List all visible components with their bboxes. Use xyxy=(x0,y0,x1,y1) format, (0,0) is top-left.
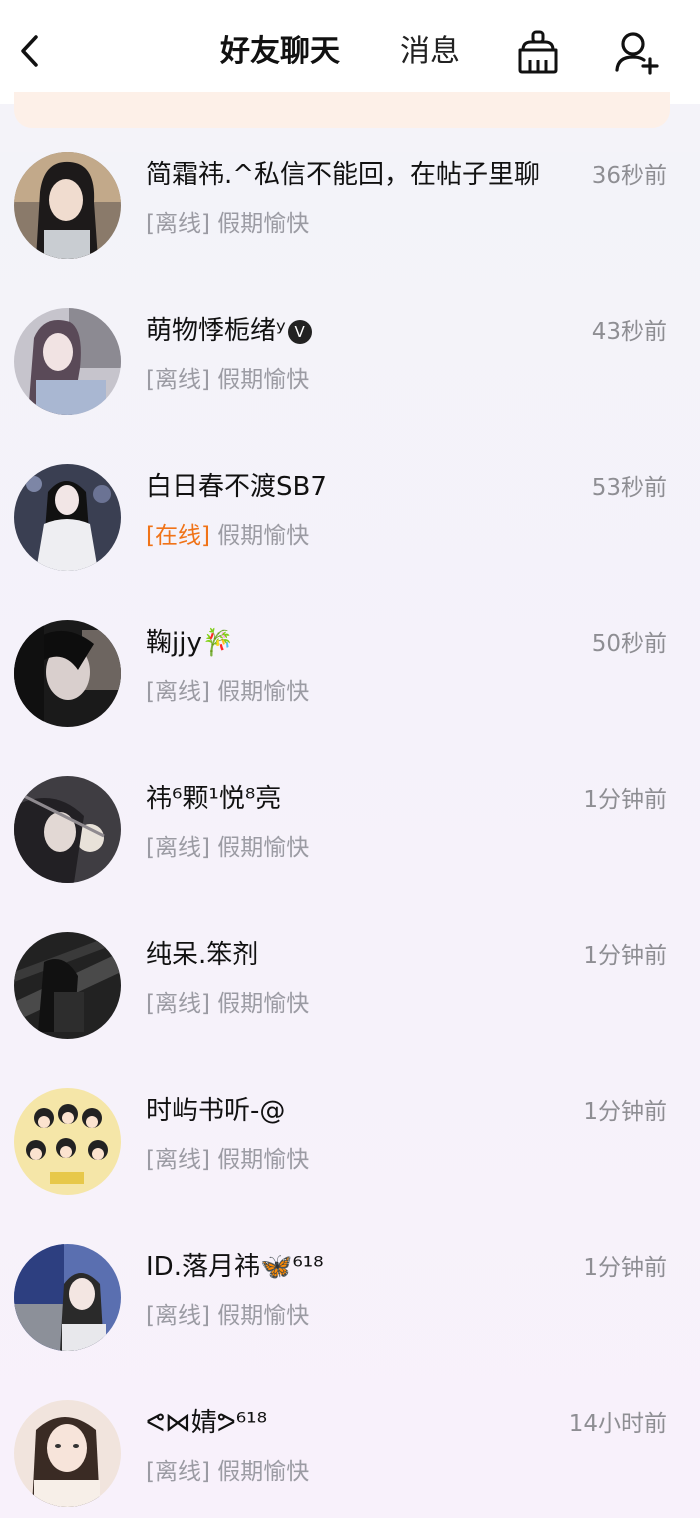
chat-name: 时屿书听-@ xyxy=(146,1096,286,1126)
chat-name: 简霜祎.^私信不能回，在帖子里聊 xyxy=(146,160,541,190)
status-badge: [离线] xyxy=(146,835,210,861)
chat-name: 祎⁶颗¹悦⁸亮 xyxy=(146,784,282,814)
last-message: 假期愉快 xyxy=(217,367,310,393)
chat-time: 1分钟前 xyxy=(583,1255,667,1281)
last-message: 假期愉快 xyxy=(217,1303,310,1329)
chat-preview: [离线] 假期愉快 xyxy=(146,676,309,708)
chat-time: 43秒前 xyxy=(591,319,667,345)
last-message: 假期愉快 xyxy=(217,1147,310,1173)
chat-preview: [离线] 假期愉快 xyxy=(146,988,309,1020)
avatar[interactable] xyxy=(14,152,121,259)
add-user-icon xyxy=(615,32,659,75)
chat-list-item[interactable]: 鞠jjy🎋 50秒前 [离线] 假期愉快 xyxy=(0,620,700,776)
chat-list-item[interactable]: 时屿书听-@ 1分钟前 [离线] 假期愉快 xyxy=(0,1088,700,1244)
chat-time: 53秒前 xyxy=(591,475,667,501)
chat-list-item[interactable]: 白日春不渡SB7 53秒前 [在线] 假期愉快 xyxy=(0,464,700,620)
last-message: 假期愉快 xyxy=(217,523,310,549)
chat-time: 50秒前 xyxy=(591,631,667,657)
chat-time: 1分钟前 xyxy=(583,787,667,813)
last-message: 假期愉快 xyxy=(217,991,310,1017)
chat-name: 纯呆.笨剂 xyxy=(146,940,259,970)
avatar[interactable] xyxy=(14,776,121,883)
chat-name: 白日春不渡SB7 xyxy=(146,472,327,502)
chat-list-item[interactable]: 萌物悸栀绪ʸ V 43秒前 [离线] 假期愉快 xyxy=(0,308,700,464)
status-badge: [在线] xyxy=(146,523,210,549)
status-badge: [离线] xyxy=(146,1459,210,1485)
chat-time: 1分钟前 xyxy=(583,1099,667,1125)
chat-list: 简霜祎.^私信不能回，在帖子里聊 36秒前 [离线] 假期愉快 萌物悸栀绪ʸ V … xyxy=(0,152,700,1518)
avatar[interactable] xyxy=(14,932,121,1039)
avatar[interactable] xyxy=(14,1088,121,1195)
clean-button[interactable] xyxy=(514,28,562,76)
status-badge: [离线] xyxy=(146,367,210,393)
status-badge: [离线] xyxy=(146,991,210,1017)
last-message: 假期愉快 xyxy=(217,679,310,705)
status-badge: [离线] xyxy=(146,1147,210,1173)
tab-friend-chat[interactable]: 好友聊天 xyxy=(220,30,340,74)
avatar[interactable] xyxy=(14,464,121,571)
add-friend-button[interactable] xyxy=(612,28,660,76)
verified-badge-icon: V xyxy=(287,320,312,344)
broom-icon xyxy=(518,30,558,74)
top-nav-bar: 好友聊天 消息 xyxy=(0,0,700,104)
avatar[interactable] xyxy=(14,1244,121,1351)
chat-preview: [离线] 假期愉快 xyxy=(146,208,309,240)
chat-list-item[interactable]: 祎⁶颗¹悦⁸亮 1分钟前 [离线] 假期愉快 xyxy=(0,776,700,932)
chat-time: 36秒前 xyxy=(591,163,667,189)
chat-preview: [在线] 假期愉快 xyxy=(146,520,309,552)
chat-list-item[interactable]: 简霜祎.^私信不能回，在帖子里聊 36秒前 [离线] 假期愉快 xyxy=(0,152,700,308)
chevron-left-icon xyxy=(21,35,38,67)
last-message: 假期愉快 xyxy=(217,1459,310,1485)
chat-preview: [离线] 假期愉快 xyxy=(146,1300,309,1332)
chat-list-item[interactable]: ᕙ⋈婧ᕗ⁶¹⁸ 14小时前 [离线] 假期愉快 xyxy=(0,1400,700,1518)
chat-preview: [离线] 假期愉快 xyxy=(146,1144,309,1176)
chat-name: ᕙ⋈婧ᕗ⁶¹⁸ xyxy=(146,1408,268,1438)
back-button[interactable] xyxy=(14,34,44,68)
chat-name: ID.落月祎🦋⁶¹⁸ xyxy=(146,1252,324,1282)
avatar[interactable] xyxy=(14,1400,121,1507)
chat-time: 14小时前 xyxy=(568,1411,667,1437)
chat-preview: [离线] 假期愉快 xyxy=(146,364,309,396)
tab-messages[interactable]: 消息 xyxy=(400,30,460,74)
status-badge: [离线] xyxy=(146,1303,210,1329)
chat-preview: [离线] 假期愉快 xyxy=(146,832,309,864)
status-badge: [离线] xyxy=(146,679,210,705)
avatar[interactable] xyxy=(14,308,121,415)
chat-preview: [离线] 假期愉快 xyxy=(146,1456,309,1488)
chat-time: 1分钟前 xyxy=(583,943,667,969)
chat-name: 萌物悸栀绪ʸ V xyxy=(146,314,312,348)
chat-list-item[interactable]: 纯呆.笨剂 1分钟前 [离线] 假期愉快 xyxy=(0,932,700,1088)
chat-name: 鞠jjy🎋 xyxy=(146,628,235,658)
last-message: 假期愉快 xyxy=(217,211,310,237)
avatar[interactable] xyxy=(14,620,121,727)
last-message: 假期愉快 xyxy=(217,835,310,861)
status-badge: [离线] xyxy=(146,211,210,237)
notice-banner xyxy=(14,92,670,128)
chat-list-item[interactable]: ID.落月祎🦋⁶¹⁸ 1分钟前 [离线] 假期愉快 xyxy=(0,1244,700,1400)
